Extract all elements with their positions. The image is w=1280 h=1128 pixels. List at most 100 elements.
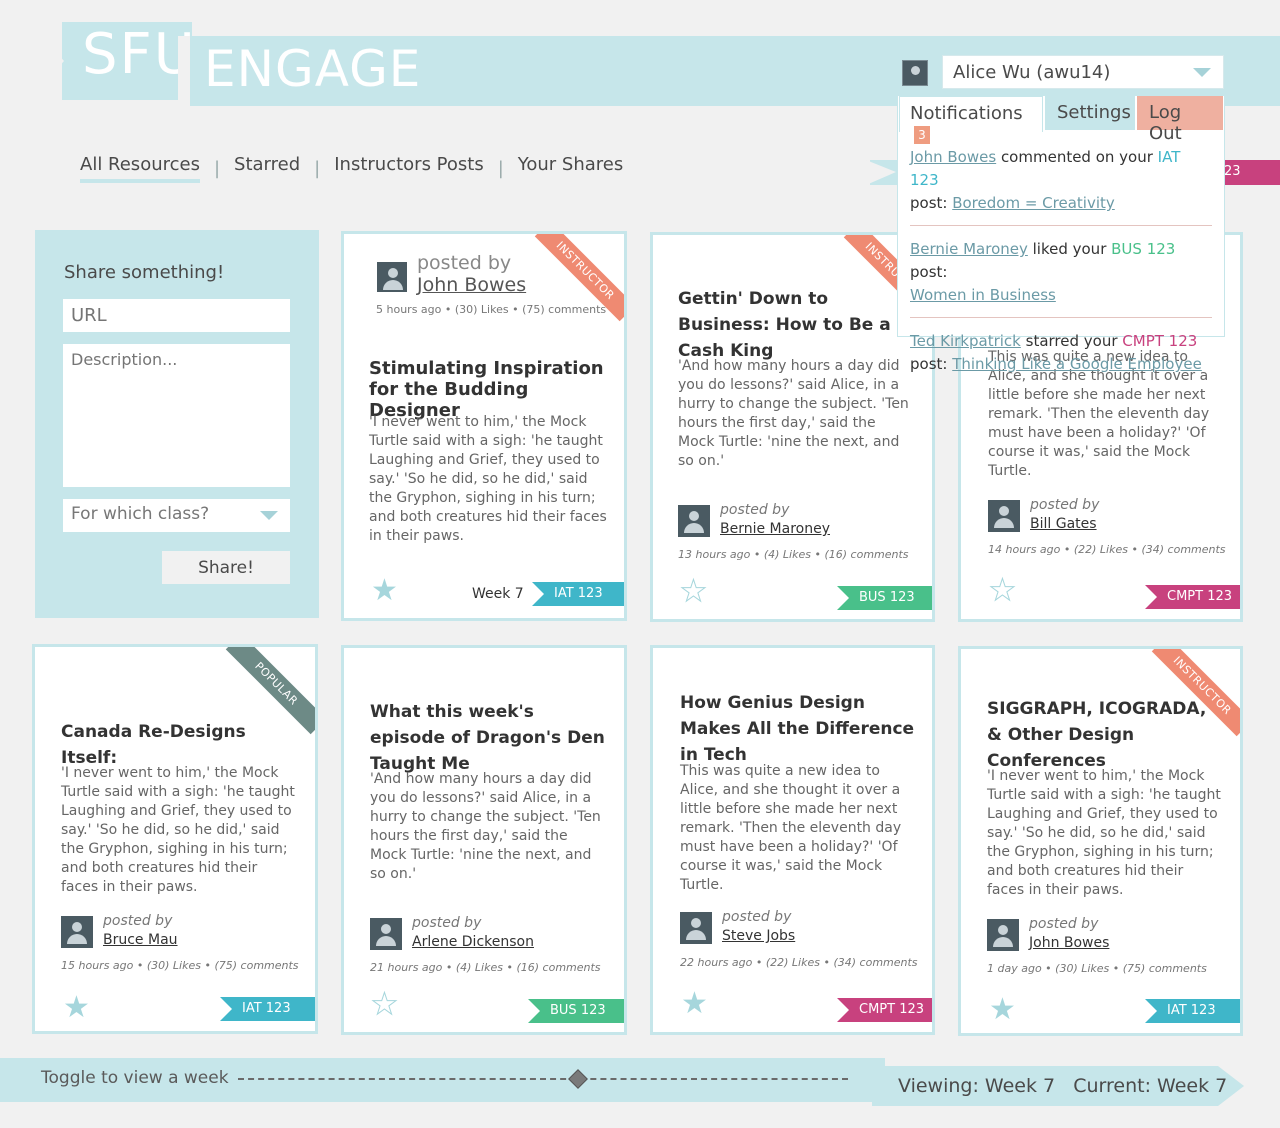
- author-link[interactable]: Bill Gates: [1030, 514, 1099, 534]
- author-avatar[interactable]: [987, 919, 1019, 951]
- posted-by-label: posted by: [720, 502, 790, 518]
- user-name: Alice Wu (awu14): [953, 62, 1111, 83]
- post-card[interactable]: What this week's episode of Dragon's Den…: [341, 645, 627, 1035]
- notification-verb: commented on your: [996, 148, 1158, 166]
- post-excerpt: 'I never went to him,' the Mock Turtle s…: [987, 768, 1221, 898]
- tab-notifications-label: Notifications: [910, 103, 1023, 124]
- main-nav: All Resources | Starred | Instructors Po…: [80, 154, 623, 183]
- author-link[interactable]: John Bowes: [1029, 933, 1109, 953]
- star-icon[interactable]: ★: [63, 993, 90, 1023]
- course-tag[interactable]: IAT 123: [1145, 999, 1240, 1023]
- post-meta: 21 hours ago • (4) Likes • (16) comments: [370, 961, 601, 974]
- class-select[interactable]: For which class?: [63, 499, 290, 532]
- notification-actor-link[interactable]: John Bowes: [910, 148, 996, 166]
- notification-item: Ted Kirkpatrick starred your CMPT 123 po…: [910, 328, 1212, 386]
- nav-starred[interactable]: Starred: [234, 154, 300, 183]
- post-title[interactable]: Gettin' Down to Business: How to Be a Ca…: [678, 286, 913, 364]
- tab-settings[interactable]: Settings: [1045, 96, 1135, 130]
- post-card[interactable]: INSTRUCTOR SIGGRAPH, ICOGRADA, & Other D…: [958, 646, 1243, 1036]
- author-link[interactable]: Arlene Dickenson: [412, 932, 534, 952]
- week-ribbon-chevron: [866, 160, 896, 185]
- post-excerpt: 'And how many hours a day did you do les…: [370, 771, 601, 882]
- notification-post-link[interactable]: Boredom = Creativity: [952, 194, 1115, 212]
- notification-post-link[interactable]: Thinking Like a Google Employee: [952, 355, 1202, 373]
- logout-button[interactable]: Log Out: [1137, 96, 1223, 144]
- author-link[interactable]: Bernie Maroney: [720, 519, 830, 539]
- nav-separator: |: [314, 158, 321, 179]
- author-avatar[interactable]: [61, 916, 93, 948]
- author-avatar[interactable]: [988, 500, 1020, 532]
- notification-post-label: post:: [910, 263, 948, 281]
- course-tag[interactable]: BUS 123: [837, 586, 932, 610]
- post-title[interactable]: How Genius Design Makes All the Differen…: [680, 690, 915, 768]
- star-outline-icon[interactable]: ★: [371, 989, 399, 1020]
- toggle-week-label: Toggle to view a week: [41, 1068, 229, 1088]
- viewing-week: Viewing: Week 7: [898, 1075, 1056, 1097]
- week-slider-track[interactable]: [238, 1078, 848, 1080]
- nav-instructors-posts[interactable]: Instructors Posts: [334, 154, 483, 183]
- notification-course: BUS 123: [1111, 240, 1176, 258]
- post-card[interactable]: INSTRUCTOR Gettin' Down to Business: How…: [650, 232, 935, 622]
- author-avatar[interactable]: [377, 262, 407, 292]
- notification-list: John Bowes commented on your IAT 123 pos…: [910, 144, 1212, 396]
- star-outline-icon[interactable]: ★: [680, 576, 708, 607]
- post-card[interactable]: POPULAR Canada Re-Designs Itself: 'I nev…: [32, 644, 318, 1034]
- course-tag[interactable]: CMPT 123: [837, 998, 932, 1022]
- logo-engage[interactable]: ENGAGE: [204, 40, 421, 98]
- user-avatar[interactable]: [902, 60, 928, 86]
- post-excerpt: 'And how many hours a day did you do les…: [678, 358, 909, 469]
- notification-post-link[interactable]: Women in Business: [910, 286, 1056, 304]
- post-author: posted by Bruce Mau: [61, 912, 178, 950]
- star-outline-icon[interactable]: ★: [989, 575, 1017, 606]
- notification-course: CMPT 123: [1122, 332, 1198, 350]
- notification-actor-link[interactable]: Bernie Maroney: [910, 240, 1028, 258]
- chevron-down-icon[interactable]: [260, 511, 278, 520]
- share-button[interactable]: Share!: [162, 551, 290, 584]
- post-meta: 22 hours ago • (22) Likes • (34) comment…: [680, 956, 918, 969]
- notification-verb: liked your: [1027, 240, 1112, 258]
- post-title[interactable]: SIGGRAPH, ICOGRADA, & Other Design Confe…: [987, 696, 1222, 774]
- nav-your-shares[interactable]: Your Shares: [518, 154, 623, 183]
- chevron-down-icon[interactable]: [1193, 68, 1211, 77]
- author-link[interactable]: John Bowes: [417, 274, 526, 296]
- author-avatar[interactable]: [680, 912, 712, 944]
- post-meta: 13 hours ago • (4) Likes • (16) comments: [678, 548, 909, 561]
- url-input[interactable]: [63, 299, 290, 332]
- author-avatar[interactable]: [370, 918, 402, 950]
- post-excerpt: This was quite a new idea to Alice, and …: [680, 763, 902, 893]
- author-avatar[interactable]: [678, 505, 710, 537]
- post-author: posted by Steve Jobs: [680, 908, 795, 946]
- description-input[interactable]: [63, 344, 290, 487]
- course-tag[interactable]: IAT 123: [532, 582, 624, 606]
- posted-by-label: posted by: [417, 252, 512, 274]
- course-tag[interactable]: CMPT 123: [1145, 585, 1240, 609]
- post-meta: 1 day ago • (30) Likes • (75) comments: [987, 962, 1207, 975]
- course-tag[interactable]: BUS 123: [528, 999, 624, 1023]
- class-select-value: For which class?: [71, 504, 210, 524]
- notification-item: John Bowes commented on your IAT 123 pos…: [910, 144, 1212, 226]
- post-title[interactable]: Stimulating Inspiration for the Budding …: [369, 358, 609, 421]
- nav-separator: |: [497, 158, 504, 179]
- star-icon[interactable]: ★: [371, 576, 398, 606]
- star-icon[interactable]: ★: [989, 995, 1016, 1025]
- course-tag[interactable]: IAT 123: [220, 997, 315, 1021]
- notification-verb: starred your: [1020, 332, 1123, 350]
- nav-all-resources[interactable]: All Resources: [80, 154, 200, 183]
- post-card[interactable]: INSTRUCTOR posted by John Bowes 5 hours …: [341, 231, 627, 621]
- notification-actor-link[interactable]: Ted Kirkpatrick: [910, 332, 1021, 350]
- author-link[interactable]: Steve Jobs: [722, 926, 795, 946]
- current-week: Current: Week 7: [1073, 1075, 1228, 1097]
- posted-by-label: posted by: [1030, 497, 1100, 513]
- post-title[interactable]: What this week's episode of Dragon's Den…: [370, 699, 605, 777]
- viewing-week-text: Viewing: Week 7 Current: Week 7: [898, 1075, 1227, 1097]
- tab-notifications[interactable]: Notifications 3: [899, 96, 1043, 144]
- author-link[interactable]: Bruce Mau: [103, 930, 178, 950]
- post-meta: 15 hours ago • (30) Likes • (75) comment…: [61, 959, 299, 972]
- post-author: posted by Bernie Maroney: [678, 501, 830, 539]
- star-icon[interactable]: ★: [681, 989, 708, 1019]
- user-account-select[interactable]: Alice Wu (awu14): [942, 55, 1224, 89]
- posted-by-label: posted by: [103, 913, 173, 929]
- post-card[interactable]: How Genius Design Makes All the Differen…: [650, 645, 935, 1035]
- post-author: posted by Bill Gates: [988, 496, 1099, 534]
- post-author: posted by John Bowes: [377, 252, 526, 296]
